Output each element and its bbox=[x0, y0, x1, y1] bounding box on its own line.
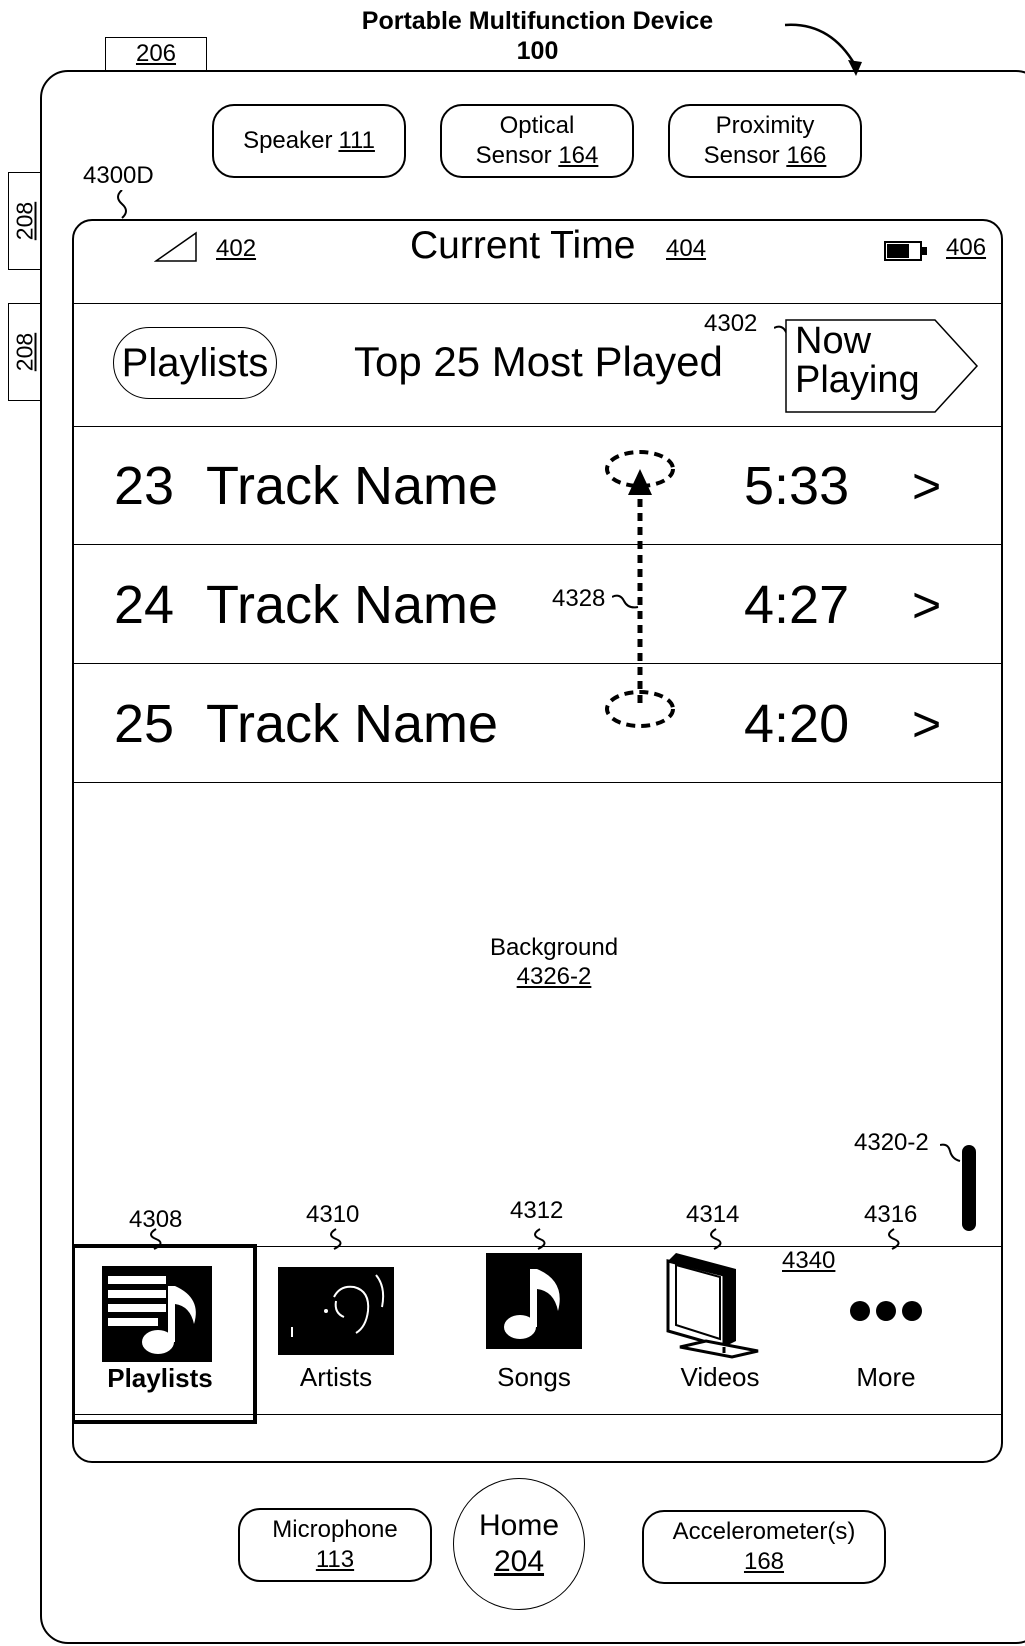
tab-bar: 4340 Playlists Artists Songs Videos More bbox=[74, 1244, 1001, 1447]
tv-icon bbox=[666, 1253, 759, 1359]
background-label: Background bbox=[489, 934, 619, 961]
track-name: Track Name bbox=[206, 694, 499, 754]
tab-more[interactable]: More bbox=[820, 1247, 980, 1412]
home-label: Home bbox=[478, 1509, 560, 1542]
background-ref: 4326-2 bbox=[516, 963, 592, 990]
track-row[interactable]: 25 Track Name 4:20 > bbox=[74, 663, 1001, 783]
proximity-sensor-label-2: Sensor bbox=[703, 142, 780, 169]
tab-playlists[interactable]: Playlists bbox=[74, 1244, 257, 1424]
tab-ref: 4312 bbox=[510, 1197, 564, 1224]
tab-label: More bbox=[856, 1362, 916, 1392]
speaker-component: Speaker 111 bbox=[212, 104, 406, 178]
tab-label: Playlists bbox=[107, 1363, 213, 1393]
ref-206-box: 206 bbox=[105, 37, 207, 71]
accelerometer-ref: 168 bbox=[743, 1548, 785, 1575]
track-row[interactable]: 23 Track Name 5:33 > bbox=[74, 425, 1001, 545]
tab-songs[interactable]: Songs bbox=[462, 1247, 632, 1412]
chevron-right-icon[interactable]: > bbox=[912, 576, 941, 634]
optical-sensor-ref: 164 bbox=[558, 142, 599, 169]
accelerometer-component: Accelerometer(s) 168 bbox=[642, 1510, 886, 1584]
now-playing-button[interactable]: Now Playing bbox=[785, 319, 979, 413]
proximity-sensor-ref: 166 bbox=[786, 142, 827, 169]
side-button-208-a[interactable]: 208 bbox=[8, 172, 41, 270]
gesture-arrowhead bbox=[628, 469, 652, 495]
tab-artists[interactable]: Artists bbox=[262, 1247, 432, 1412]
track-number: 23 bbox=[114, 456, 175, 516]
music-note-icon bbox=[486, 1253, 582, 1349]
scroll-indicator-ref: 4320-2 bbox=[854, 1129, 929, 1156]
side-button-208-b[interactable]: 208 bbox=[8, 303, 41, 401]
optical-sensor-label-2: Sensor bbox=[475, 142, 552, 169]
side-button-label: 208 bbox=[11, 201, 38, 241]
track-number: 24 bbox=[114, 575, 175, 635]
speaker-ref: 111 bbox=[338, 127, 375, 154]
touch-screen: 402 Current Time 404 406 Playlists Top 2… bbox=[72, 219, 1003, 1463]
home-button[interactable]: Home 204 bbox=[453, 1478, 585, 1610]
microphone-component: Microphone 113 bbox=[238, 1508, 432, 1582]
proximity-sensor-label: Proximity bbox=[715, 112, 815, 139]
tab-videos[interactable]: Videos bbox=[644, 1247, 814, 1412]
chevron-right-icon[interactable]: > bbox=[912, 695, 941, 753]
proximity-sensor-component: Proximity Sensor 166 bbox=[668, 104, 862, 178]
track-duration: 5:33 bbox=[744, 456, 850, 516]
scroll-indicator-leader bbox=[940, 1143, 961, 1162]
time-ref: 404 bbox=[666, 235, 707, 262]
optical-sensor-label: Optical bbox=[499, 112, 575, 139]
playlists-back-button[interactable]: Playlists bbox=[113, 327, 277, 399]
home-ref: 204 bbox=[493, 1545, 545, 1578]
microphone-label: Microphone bbox=[272, 1516, 398, 1543]
tab-ref: 4314 bbox=[686, 1201, 740, 1228]
track-row[interactable]: 24 Track Name 4:27 > bbox=[74, 544, 1001, 664]
tab-label: Videos bbox=[680, 1362, 760, 1392]
track-name: Track Name bbox=[206, 575, 499, 635]
signal-ref: 402 bbox=[216, 235, 257, 262]
now-playing-ref: 4302 bbox=[704, 310, 758, 337]
now-playing-label-1: Now bbox=[795, 320, 872, 362]
track-name: Track Name bbox=[206, 456, 499, 516]
speaker-label: Speaker bbox=[243, 127, 333, 154]
nav-bar: Playlists Top 25 Most Played 4302 Now Pl… bbox=[74, 303, 1001, 427]
now-playing-label-2: Playing bbox=[795, 359, 920, 401]
artist-icon bbox=[278, 1267, 394, 1355]
optical-sensor-component: Optical Sensor 164 bbox=[440, 104, 634, 178]
swipe-gesture bbox=[605, 450, 675, 728]
playlist-icon bbox=[102, 1266, 212, 1362]
scroll-indicator[interactable] bbox=[962, 1145, 976, 1231]
current-time: Current Time bbox=[410, 224, 636, 267]
track-duration: 4:27 bbox=[744, 575, 850, 635]
gesture-ref-leader bbox=[612, 594, 639, 609]
tab-label: Songs bbox=[497, 1362, 571, 1392]
tab-ref: 4310 bbox=[306, 1201, 360, 1228]
battery-icon bbox=[884, 241, 927, 261]
tab-label: Artists bbox=[299, 1362, 373, 1392]
bottom-separator bbox=[74, 1414, 1001, 1415]
track-duration: 4:20 bbox=[744, 694, 850, 754]
playlist-title: Top 25 Most Played bbox=[354, 338, 723, 385]
status-bar: 402 Current Time 404 406 bbox=[74, 221, 1001, 303]
gesture-ref: 4328 bbox=[552, 585, 606, 612]
track-number: 25 bbox=[114, 694, 175, 754]
battery-ref: 406 bbox=[946, 234, 987, 261]
screen-ref-label: 4300D bbox=[83, 162, 154, 189]
signal-strength-icon bbox=[154, 231, 197, 262]
tab-ref: 4316 bbox=[864, 1201, 918, 1228]
background-label-group: Background 4326-2 bbox=[490, 933, 618, 991]
chevron-right-icon[interactable]: > bbox=[912, 457, 941, 515]
screen-ref-leader bbox=[117, 190, 127, 219]
microphone-ref: 113 bbox=[315, 1546, 355, 1573]
accelerometer-label: Accelerometer(s) bbox=[672, 1518, 856, 1545]
more-icon bbox=[850, 1301, 922, 1321]
side-button-label: 208 bbox=[11, 332, 38, 372]
